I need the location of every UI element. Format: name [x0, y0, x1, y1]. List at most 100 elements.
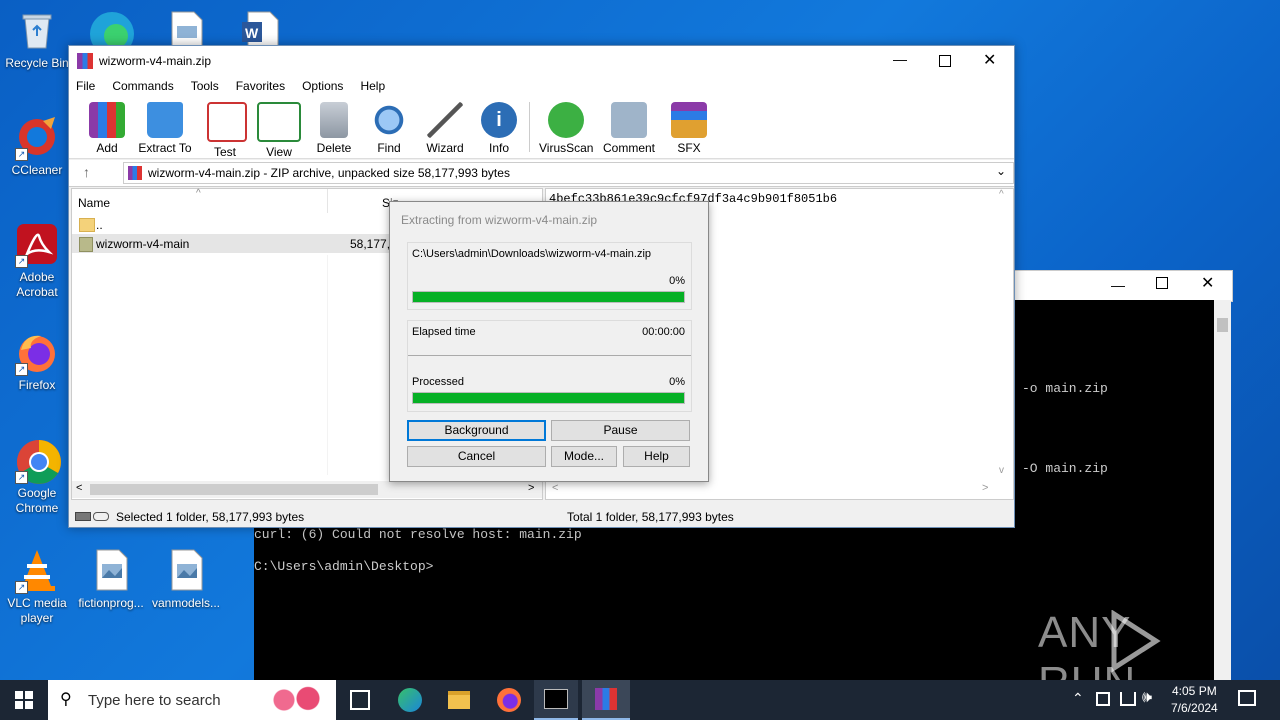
- row-name: wizworm-v4-main: [96, 237, 190, 251]
- cancel-button[interactable]: Cancel: [407, 446, 546, 467]
- help-button[interactable]: Help: [623, 446, 690, 467]
- horizontal-scrollbar[interactable]: < >: [546, 481, 1013, 498]
- start-button[interactable]: [0, 680, 48, 720]
- shortcut-arrow-icon: ↗: [15, 581, 28, 594]
- svg-text:W: W: [245, 25, 259, 41]
- scroll-right-icon[interactable]: >: [528, 482, 534, 494]
- menu-commands[interactable]: Commands: [112, 76, 173, 96]
- scroll-thumb[interactable]: [90, 484, 378, 495]
- status-bar: Selected 1 folder, 58,177,993 bytes Tota…: [69, 506, 1014, 527]
- sfx-box-icon: [671, 102, 707, 138]
- status-left: Selected 1 folder, 58,177,993 bytes: [116, 510, 305, 524]
- horizontal-scrollbar[interactable]: < >: [72, 481, 542, 498]
- file-progress-fill: [413, 292, 684, 302]
- maximize-icon[interactable]: [1156, 277, 1168, 289]
- edge-desktop-icon[interactable]: [88, 6, 136, 56]
- desktop-icon-firefox[interactable]: ↗ Firefox: [2, 330, 72, 393]
- desktop-icon-file[interactable]: vanmodels...: [151, 548, 221, 611]
- desktop-icon-vlc[interactable]: ↗ VLC media player: [2, 548, 72, 626]
- desktop-icon-recycle-bin[interactable]: Recycle Bin: [2, 8, 72, 71]
- find-button[interactable]: Find: [371, 102, 407, 155]
- desktop-icon-label: Recycle Bin: [5, 56, 69, 70]
- network-icon[interactable]: [1096, 692, 1110, 706]
- volume-icon[interactable]: 🕪: [1142, 689, 1152, 707]
- desktop-icon-label: fictionprog...: [78, 596, 144, 610]
- console-scroll-thumb[interactable]: [1217, 318, 1228, 332]
- clock-date[interactable]: 7/6/2024: [1171, 701, 1218, 715]
- scroll-left-icon[interactable]: <: [76, 482, 82, 494]
- column-header-name[interactable]: Name: [78, 196, 110, 210]
- image-file-icon: [89, 548, 133, 592]
- console-line: -O main.zip: [1022, 461, 1108, 476]
- address-bar[interactable]: ↑ wizworm-v4-main.zip - ZIP archive, unp…: [69, 160, 1014, 187]
- scroll-left-icon[interactable]: <: [552, 482, 558, 494]
- close-icon[interactable]: ✕: [1201, 273, 1214, 293]
- comment-bubble-icon: [611, 102, 647, 138]
- pause-button[interactable]: Pause: [551, 420, 690, 441]
- sfx-button[interactable]: SFX: [669, 102, 709, 155]
- info-button[interactable]: i Info: [481, 102, 517, 155]
- scroll-down-icon[interactable]: v: [999, 465, 1004, 476]
- test-button[interactable]: Test: [207, 102, 247, 159]
- terminal-icon: [544, 689, 568, 709]
- elapsed-label: Elapsed time: [412, 326, 476, 338]
- clock-time[interactable]: 4:05 PM: [1172, 684, 1217, 698]
- chevron-down-icon[interactable]: ⌄: [996, 164, 1006, 178]
- extract-to-button[interactable]: Extract To: [137, 102, 193, 155]
- processed-progress-bar: [412, 392, 685, 404]
- scroll-up-icon[interactable]: ^: [999, 189, 1004, 200]
- cmd-taskbar-icon[interactable]: [534, 680, 578, 720]
- search-box[interactable]: ⚲ Type here to search: [48, 680, 336, 720]
- menu-tools[interactable]: Tools: [191, 76, 219, 96]
- desktop-icon-adobe-acrobat[interactable]: ↗ Adobe Acrobat: [2, 222, 72, 300]
- left-name-column-bg: [327, 255, 328, 475]
- firefox-taskbar-icon[interactable]: [497, 688, 521, 712]
- wizard-button[interactable]: Wizard: [425, 102, 465, 155]
- desktop-icon-ccleaner[interactable]: ↗ CCleaner: [2, 115, 72, 178]
- address-field[interactable]: wizworm-v4-main.zip - ZIP archive, unpac…: [123, 162, 1014, 184]
- maximize-icon[interactable]: [939, 55, 951, 67]
- minimize-icon[interactable]: —: [893, 51, 907, 67]
- status-right: Total 1 folder, 58,177,993 bytes: [567, 510, 734, 524]
- close-icon[interactable]: ✕: [983, 50, 996, 70]
- ethernet-icon[interactable]: [1120, 692, 1136, 706]
- google-chrome-icon: ↗: [15, 438, 61, 484]
- chevron-up-icon[interactable]: ⌃: [1072, 690, 1084, 707]
- winrar-app-icon: [77, 53, 93, 69]
- desktop-icon-file[interactable]: fictionprog...: [76, 548, 146, 611]
- menu-help[interactable]: Help: [360, 76, 385, 96]
- folder-icon: [79, 237, 93, 252]
- word-file-desktop-icon[interactable]: W: [240, 10, 280, 47]
- menu-favorites[interactable]: Favorites: [236, 76, 285, 96]
- winrar-taskbar-icon[interactable]: [582, 680, 630, 720]
- row-name: ..: [96, 218, 103, 232]
- desktop-icon-google-chrome[interactable]: ↗ Google Chrome: [2, 438, 72, 516]
- up-arrow-icon[interactable]: ↑: [83, 164, 90, 180]
- delete-button[interactable]: Delete: [315, 102, 353, 155]
- scroll-right-icon[interactable]: >: [982, 482, 988, 494]
- menu-options[interactable]: Options: [302, 76, 343, 96]
- minimize-icon[interactable]: —: [1111, 277, 1125, 293]
- file-explorer-icon[interactable]: [448, 691, 470, 709]
- window-titlebar: wizworm-v4-main.zip — ✕: [69, 46, 1014, 76]
- search-icon: ⚲: [60, 691, 72, 708]
- mode-button[interactable]: Mode...: [551, 446, 617, 467]
- menu-file[interactable]: File: [76, 76, 95, 96]
- archive-path: C:\Users\admin\Downloads\wizworm-v4-main…: [412, 248, 652, 260]
- processed-progress-fill: [413, 393, 684, 403]
- folder-up-icon: [79, 218, 95, 232]
- windows-logo-icon: [15, 691, 33, 709]
- add-button[interactable]: Add: [89, 102, 125, 155]
- virusscan-button[interactable]: VirusScan: [539, 102, 593, 155]
- desktop-icon-label: VLC media player: [7, 596, 67, 625]
- view-button[interactable]: View: [257, 102, 301, 159]
- background-button[interactable]: Background: [407, 420, 546, 441]
- comment-button[interactable]: Comment: [601, 102, 657, 155]
- ccleaner-icon: ↗: [15, 115, 59, 161]
- vertical-scrollbar[interactable]: ^ v: [996, 189, 1013, 481]
- image-file-desktop-icon[interactable]: [170, 10, 204, 47]
- task-view-icon[interactable]: [350, 690, 370, 710]
- edge-taskbar-icon[interactable]: [398, 688, 422, 712]
- adobe-acrobat-icon: ↗: [15, 222, 59, 268]
- notification-icon[interactable]: [1238, 690, 1256, 706]
